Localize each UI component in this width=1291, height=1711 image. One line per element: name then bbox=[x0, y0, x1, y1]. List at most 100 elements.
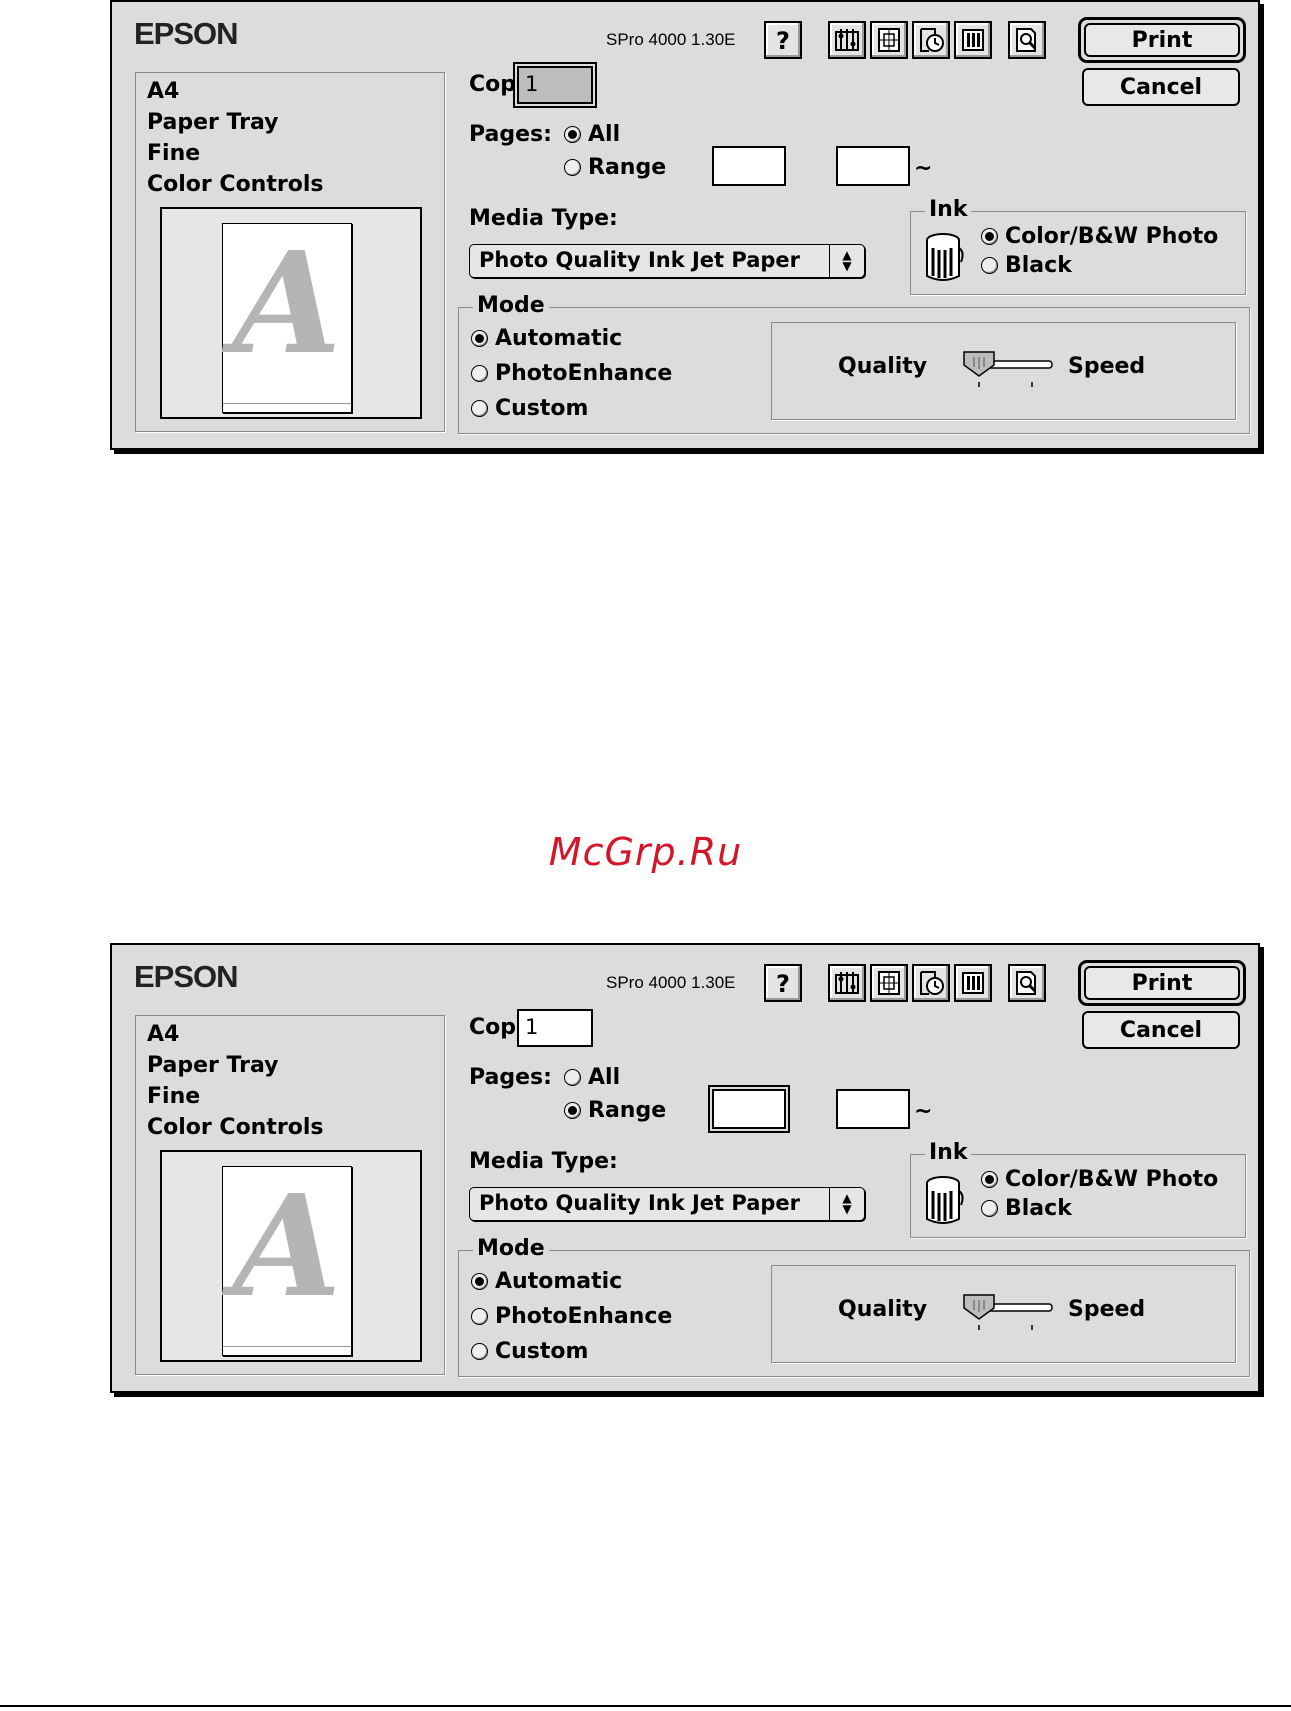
mode-photoenhance-radio[interactable]: PhotoEnhance bbox=[471, 361, 672, 386]
print-dialog-1: EPSON SPro 4000 1.30E ? Print Cancel A4 … bbox=[110, 0, 1260, 450]
radio-indicator bbox=[471, 365, 488, 382]
ink-group-title: Ink bbox=[925, 197, 972, 222]
copies-input[interactable]: 1 bbox=[517, 66, 593, 104]
summary-paper-source: Paper Tray bbox=[147, 110, 279, 135]
summary-resolution: Fine bbox=[147, 141, 201, 166]
range-separator: ~ bbox=[914, 156, 933, 181]
media-type-select[interactable]: Photo Quality Ink Jet Paper ▲ ▼ bbox=[469, 244, 865, 278]
summary-paper-size: A4 bbox=[147, 79, 180, 104]
mode-automatic-label: Automatic bbox=[495, 1269, 623, 1294]
mode-photoenhance-radio[interactable]: PhotoEnhance bbox=[471, 1304, 672, 1329]
page-preview: A bbox=[160, 1150, 422, 1362]
ink-black-radio[interactable]: Black bbox=[981, 253, 1072, 278]
ink-black-radio[interactable]: Black bbox=[981, 1196, 1072, 1221]
preview-letter: A bbox=[232, 1165, 342, 1329]
svg-text:?: ? bbox=[776, 970, 790, 997]
ink-group-title: Ink bbox=[925, 1140, 972, 1165]
layout-button[interactable] bbox=[870, 21, 908, 59]
select-arrows-icon: ▲ ▼ bbox=[829, 1188, 864, 1220]
ink-black-label: Black bbox=[1005, 1196, 1072, 1221]
mode-custom-label: Custom bbox=[495, 1339, 589, 1364]
utility-button[interactable] bbox=[828, 21, 866, 59]
ink-color-label: Color/B&W Photo bbox=[1005, 224, 1219, 249]
preview-icon bbox=[1016, 28, 1037, 52]
mode-automatic-label: Automatic bbox=[495, 326, 623, 351]
radio-indicator bbox=[981, 257, 998, 274]
quality-speed-panel: Quality Speed bbox=[771, 1265, 1236, 1363]
status-monitor-button[interactable] bbox=[954, 964, 992, 1002]
media-type-label: Media Type: bbox=[469, 206, 618, 231]
summary-color: Color Controls bbox=[147, 1115, 324, 1140]
help-icon: ? bbox=[776, 970, 790, 997]
help-button[interactable]: ? bbox=[764, 964, 802, 1002]
speed-label: Speed bbox=[1068, 1297, 1146, 1322]
quality-speed-slider[interactable] bbox=[962, 349, 1058, 391]
pages-label: Pages: bbox=[469, 1065, 552, 1090]
preview-button[interactable] bbox=[1008, 964, 1046, 1002]
driver-version: SPro 4000 1.30E bbox=[606, 973, 736, 992]
quality-label: Quality bbox=[838, 354, 928, 379]
cancel-button[interactable]: Cancel bbox=[1082, 68, 1240, 106]
radio-indicator bbox=[564, 126, 581, 143]
layout-button[interactable] bbox=[870, 964, 908, 1002]
status-monitor-icon bbox=[962, 972, 984, 994]
background-print-button[interactable] bbox=[912, 21, 950, 59]
range-to-input[interactable] bbox=[836, 146, 910, 186]
range-from-input[interactable] bbox=[712, 1089, 786, 1129]
page-preview: A bbox=[160, 207, 422, 419]
settings-summary: A4 Paper Tray Fine Color Controls A bbox=[135, 1015, 445, 1375]
status-monitor-button[interactable] bbox=[954, 21, 992, 59]
background-print-button[interactable] bbox=[912, 964, 950, 1002]
ink-color-radio[interactable]: Color/B&W Photo bbox=[981, 224, 1218, 249]
ink-group: Ink Color/B&W Photo Black bbox=[910, 1140, 1246, 1238]
ink-group: Ink Color/B&W Photo Black bbox=[910, 197, 1246, 295]
range-from-input[interactable] bbox=[712, 146, 786, 186]
ink-color-radio[interactable]: Color/B&W Photo bbox=[981, 1167, 1218, 1192]
pages-all-radio[interactable]: All bbox=[564, 122, 620, 147]
media-type-value: Photo Quality Ink Jet Paper bbox=[479, 248, 801, 272]
layout-icon bbox=[878, 971, 900, 995]
print-button[interactable]: Print bbox=[1078, 960, 1246, 1006]
preview-button[interactable] bbox=[1008, 21, 1046, 59]
preview-sheet: A bbox=[222, 1166, 352, 1356]
range-separator: ~ bbox=[914, 1099, 933, 1124]
ink-cartridge-icon bbox=[926, 1176, 964, 1224]
pages-range-label: Range bbox=[588, 155, 667, 180]
preview-letter: A bbox=[232, 222, 342, 386]
driver-version: SPro 4000 1.30E bbox=[606, 30, 736, 49]
quality-speed-panel: Quality Speed bbox=[771, 322, 1236, 420]
mode-group-title: Mode bbox=[473, 293, 549, 318]
background-print-icon bbox=[920, 28, 944, 52]
copies-input[interactable]: 1 bbox=[517, 1009, 593, 1047]
utility-icon bbox=[835, 972, 859, 994]
mode-group: Mode Automatic PhotoEnhance Custom Quali… bbox=[458, 1236, 1250, 1377]
ink-cartridge-icon bbox=[926, 233, 964, 281]
mode-custom-radio[interactable]: Custom bbox=[471, 396, 588, 421]
radio-indicator bbox=[471, 1308, 488, 1325]
cancel-button[interactable]: Cancel bbox=[1082, 1011, 1240, 1049]
pages-all-radio[interactable]: All bbox=[564, 1065, 620, 1090]
help-button[interactable]: ? bbox=[764, 21, 802, 59]
svg-text:?: ? bbox=[776, 27, 790, 54]
status-monitor-icon bbox=[962, 29, 984, 51]
preview-icon bbox=[1016, 971, 1037, 995]
radio-indicator bbox=[981, 1200, 998, 1217]
mode-automatic-radio[interactable]: Automatic bbox=[471, 1269, 622, 1294]
media-type-select[interactable]: Photo Quality Ink Jet Paper ▲ ▼ bbox=[469, 1187, 865, 1221]
utility-button[interactable] bbox=[828, 964, 866, 1002]
summary-color: Color Controls bbox=[147, 172, 324, 197]
print-button[interactable]: Print bbox=[1078, 17, 1246, 63]
radio-indicator bbox=[471, 400, 488, 417]
mode-group: Mode Automatic PhotoEnhance Custom Quali… bbox=[458, 293, 1250, 434]
mode-automatic-radio[interactable]: Automatic bbox=[471, 326, 622, 351]
quality-speed-slider[interactable] bbox=[962, 1292, 1058, 1334]
mode-custom-radio[interactable]: Custom bbox=[471, 1339, 588, 1364]
help-icon: ? bbox=[776, 27, 790, 54]
print-button-label: Print bbox=[1084, 23, 1240, 57]
radio-indicator bbox=[981, 228, 998, 245]
radio-indicator bbox=[564, 159, 581, 176]
pages-range-radio[interactable]: Range bbox=[564, 155, 666, 180]
pages-range-radio[interactable]: Range bbox=[564, 1098, 666, 1123]
radio-indicator bbox=[471, 1343, 488, 1360]
range-to-input[interactable] bbox=[836, 1089, 910, 1129]
